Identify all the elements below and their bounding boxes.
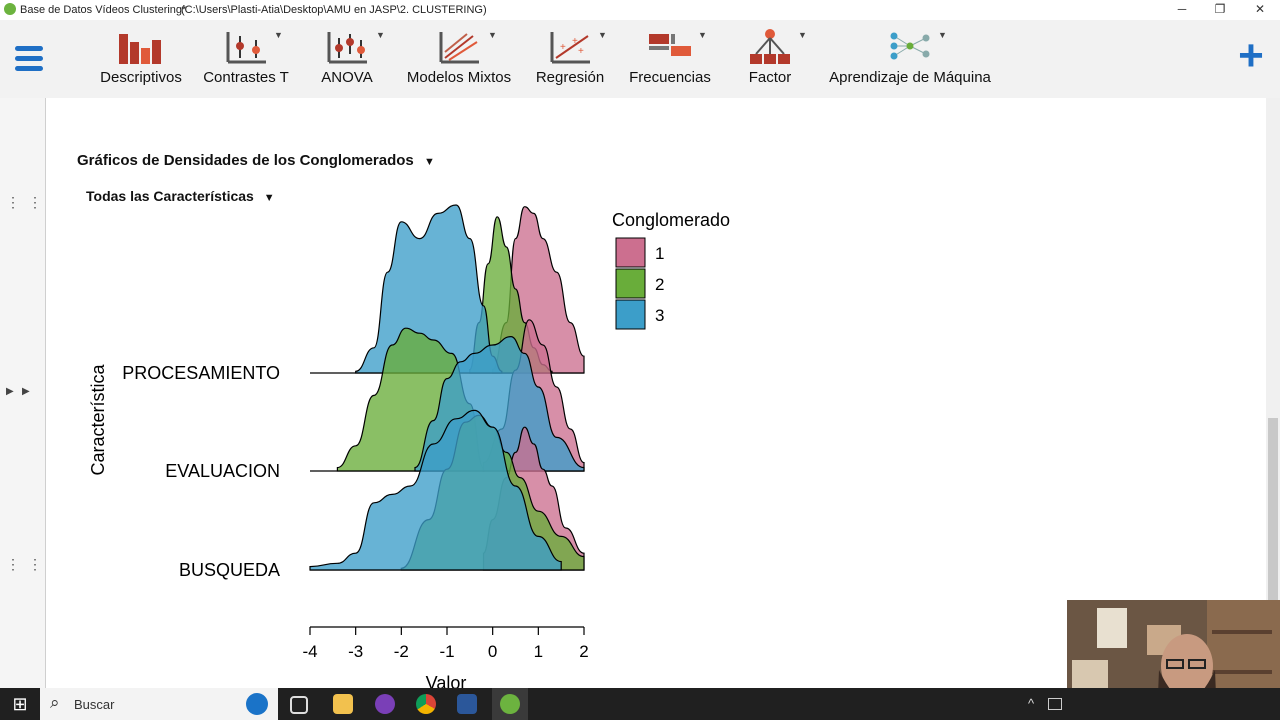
chevron-down-icon: ▼	[488, 30, 497, 40]
tray-expand-icon[interactable]: ^	[1028, 696, 1034, 711]
jasp-app-icon	[4, 3, 16, 15]
word-icon[interactable]	[457, 694, 477, 714]
category-label: PROCESAMIENTO	[122, 363, 280, 383]
legend-label: 3	[655, 306, 664, 325]
category-label: BUSQUEDA	[179, 560, 280, 580]
svg-text:+: +	[560, 42, 566, 53]
x-tick-label: 1	[534, 642, 543, 661]
x-tick-label: -2	[394, 642, 409, 661]
subsection-title[interactable]: Todas las Características ▼	[86, 188, 275, 204]
legend-label: 2	[655, 275, 664, 294]
window-title: Base de Datos Vídeos Clustering*	[20, 4, 187, 16]
x-tick-label: 0	[488, 642, 497, 661]
bar-chart-icon	[119, 34, 161, 64]
legend-swatch	[615, 268, 646, 299]
t-test-icon	[226, 32, 266, 64]
ribbon-descriptivos[interactable]: Descriptivos	[95, 20, 187, 98]
legend-title: Conglomerado	[612, 210, 730, 230]
svg-text:+: +	[578, 46, 584, 57]
ribbon-regresion[interactable]: + + + ▼ Regresión	[530, 20, 610, 98]
ribbon-label: Contrastes T	[203, 69, 289, 86]
task-view-icon[interactable]	[290, 696, 308, 714]
chevron-down-icon: ▼	[376, 30, 385, 40]
tray-app-icon[interactable]	[1048, 698, 1062, 710]
x-tick-label: -3	[348, 642, 363, 661]
ribbon-label: ANOVA	[321, 69, 373, 86]
search-placeholder: Buscar	[74, 697, 115, 712]
chevron-down-icon: ▼	[598, 30, 607, 40]
ribbon-aprendizaje-de-maquina[interactable]: ▼ Aprendizaje de Máquina	[826, 20, 994, 98]
scrollbar-thumb[interactable]	[1268, 418, 1278, 618]
legend-label: 1	[655, 244, 664, 263]
window-path: (C:\Users\Plasti-Atia\Desktop\AMU en JAS…	[181, 4, 487, 16]
hamburger-menu-button[interactable]	[14, 44, 44, 74]
anova-icon	[327, 32, 367, 64]
ribbon-modelos-mixtos[interactable]: ▼ Modelos Mixtos	[402, 20, 516, 98]
collapse-icon[interactable]: ▼	[424, 156, 435, 168]
ribbon-label: Factor	[748, 69, 792, 86]
chevron-down-icon: ▼	[798, 30, 807, 40]
machine-learning-icon	[890, 32, 930, 60]
chrome-icon[interactable]	[416, 694, 436, 714]
ribbon-anova[interactable]: ▼ ANOVA	[312, 20, 385, 98]
jasp-icon	[500, 694, 520, 714]
drag-handle-icon[interactable]: ⋮⋮	[6, 195, 50, 209]
ribbon-label: Descriptivos	[100, 69, 182, 86]
x-tick-label: -4	[302, 642, 317, 661]
windows-start-button[interactable]: ⊞	[10, 694, 30, 714]
file-explorer-icon[interactable]	[333, 694, 353, 714]
taskbar: ⊞ ⌕ Buscar ^	[0, 688, 1280, 720]
ribbon-factor[interactable]: ▼ Factor	[740, 20, 807, 98]
category-label: EVALUACION	[165, 461, 280, 481]
ribbon-toolbar: Descriptivos ▼ Contrastes T ▼ ANOVA ▼ Mo…	[0, 20, 1280, 99]
chevron-down-icon: ▼	[698, 30, 707, 40]
section-title[interactable]: Gráficos de Densidades de los Conglomera…	[77, 152, 435, 169]
section-title-text: Gráficos de Densidades de los Conglomera…	[77, 152, 414, 169]
frequencies-icon	[649, 34, 691, 56]
search-icon: ⌕	[50, 693, 60, 712]
ribbon-label: Modelos Mixtos	[406, 69, 512, 86]
minimize-button[interactable]: ─	[1162, 0, 1202, 20]
legend-swatch	[615, 299, 646, 330]
subsection-title-text: Todas las Características	[86, 188, 254, 204]
ridgeline-density-chart: PROCESAMIENTO EVALUACION BUSQUEDA Caracterí…	[88, 204, 730, 688]
legend-swatch	[615, 237, 646, 268]
x-tick-label: 2	[579, 642, 588, 661]
panel-splitter[interactable]: ⋮⋮ ▶ ▶ ⋮⋮	[0, 98, 46, 688]
x-axis-title: Valor	[426, 673, 467, 688]
bing-icon[interactable]	[246, 693, 268, 715]
ribbon-label: Regresión	[535, 69, 605, 86]
collapse-icon[interactable]: ▼	[264, 192, 275, 204]
regression-icon: +++	[550, 32, 590, 64]
y-axis-title: Característica	[88, 364, 108, 476]
jasp-taskbar-button[interactable]	[492, 688, 528, 720]
expand-arrows-icon[interactable]: ▶ ▶	[6, 386, 30, 397]
ribbon-label: Frecuencias	[629, 69, 711, 86]
add-analysis-button[interactable]: +	[1234, 34, 1268, 78]
chevron-down-icon: ▼	[274, 30, 283, 40]
mixed-models-icon	[439, 32, 479, 64]
hamburger-icon	[15, 46, 43, 71]
drag-handle-icon[interactable]: ⋮⋮	[6, 557, 50, 571]
chevron-down-icon: ▼	[938, 30, 947, 40]
factor-icon	[750, 29, 790, 64]
restore-button[interactable]: ❐	[1200, 0, 1240, 20]
ribbon-frecuencias[interactable]: ▼ Frecuencias	[624, 20, 716, 98]
ribbon-contrastes-t[interactable]: ▼ Contrastes T	[198, 20, 294, 98]
close-button[interactable]: ✕	[1240, 0, 1280, 20]
media-app-icon[interactable]	[375, 694, 395, 714]
x-tick-label: -1	[439, 642, 454, 661]
taskbar-search[interactable]: ⌕ Buscar	[40, 688, 278, 720]
title-bar: Base de Datos Vídeos Clustering* (C:\Use…	[0, 0, 1280, 20]
ribbon-label: Aprendizaje de Máquina	[829, 69, 991, 86]
